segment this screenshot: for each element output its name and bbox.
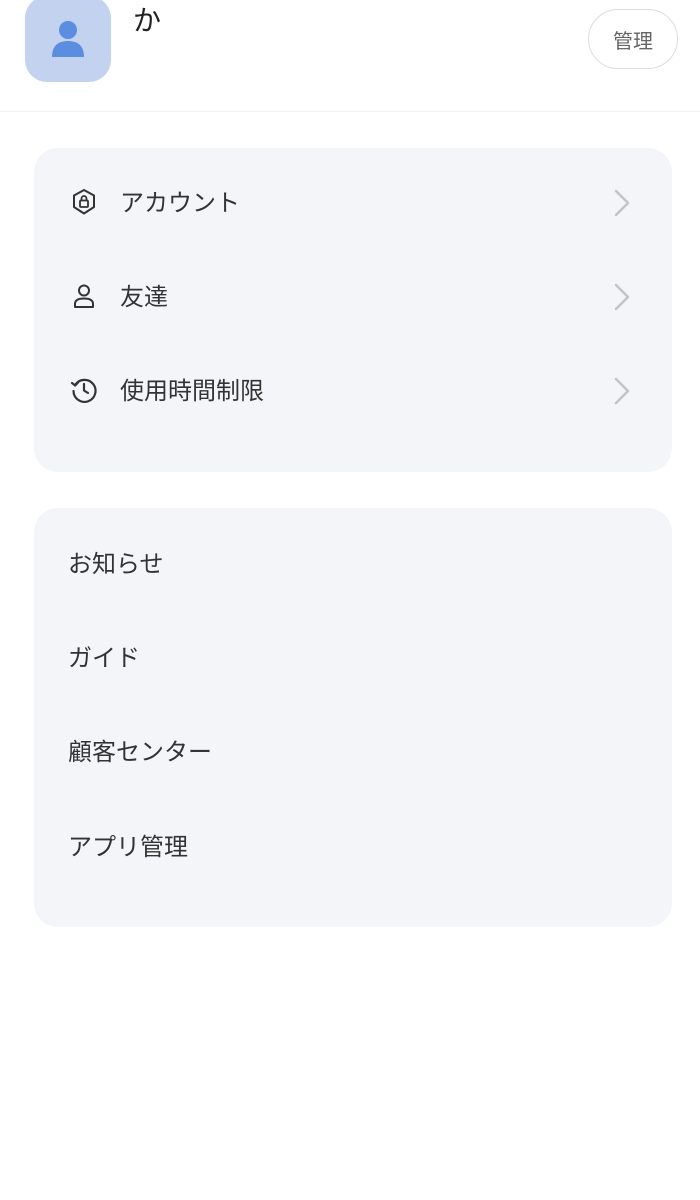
menu-item-screen-time[interactable]: 使用時間制限: [34, 361, 672, 421]
menu-item-label: 使用時間制限: [120, 377, 264, 405]
user-avatar-icon: [52, 21, 84, 57]
primary-menu-card: アカウント 友達 使用時間制限: [34, 148, 672, 472]
menu-item-friends[interactable]: 友達: [34, 267, 672, 327]
shield-lock-icon: [68, 186, 100, 218]
chevron-right-icon: [614, 283, 630, 311]
manage-button[interactable]: 管理: [588, 9, 678, 69]
menu-item-app-management[interactable]: アプリ管理: [34, 817, 672, 877]
person-icon: [68, 280, 100, 312]
clock-history-icon: [68, 374, 100, 406]
menu-item-account[interactable]: アカウント: [34, 173, 672, 233]
secondary-menu-card: お知らせ ガイド 顧客センター アプリ管理: [34, 508, 672, 927]
user-name: か: [133, 4, 162, 37]
menu-item-label: 顧客センター: [68, 738, 212, 766]
menu-item-label: お知らせ: [68, 550, 164, 578]
chevron-right-icon: [614, 189, 630, 217]
menu-item-customer-center[interactable]: 顧客センター: [34, 722, 672, 782]
profile-header: か 管理: [0, 0, 700, 112]
chevron-right-icon: [614, 377, 630, 405]
menu-item-label: アカウント: [120, 189, 240, 217]
menu-item-guide[interactable]: ガイド: [34, 628, 672, 688]
avatar[interactable]: [25, 0, 111, 82]
menu-item-label: 友達: [120, 283, 168, 311]
menu-item-label: アプリ管理: [68, 833, 188, 861]
menu-item-notices[interactable]: お知らせ: [34, 534, 672, 594]
menu-item-label: ガイド: [68, 644, 140, 672]
